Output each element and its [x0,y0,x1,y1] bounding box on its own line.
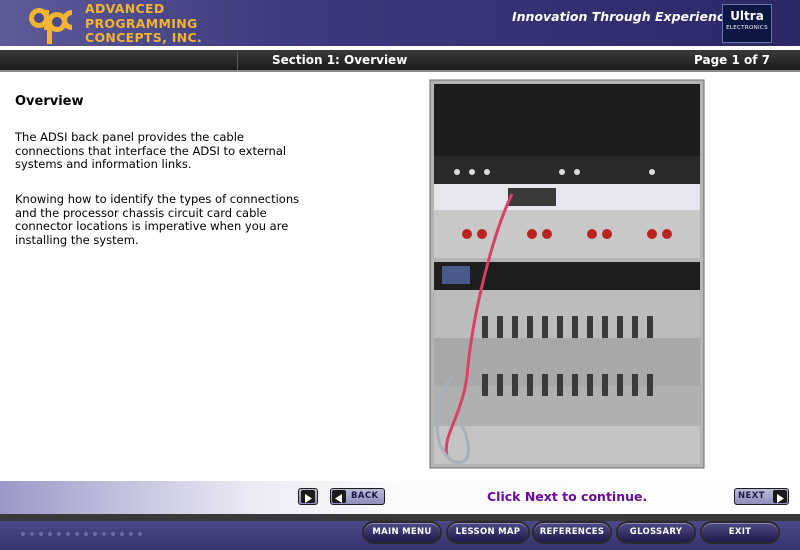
back-button[interactable]: BACK [330,488,385,505]
bottom-menu-bar: MAIN MENU LESSON MAP REFERENCES GLOSSARY… [0,514,800,550]
play-icon [301,490,315,503]
next-button[interactable]: NEXT [734,488,789,505]
page-indicator: Page 1 of 7 [694,53,770,67]
company-line-2: PROGRAMMING [85,15,198,31]
section-bar: Section 1: Overview Page 1 of 7 [0,50,800,72]
company-line-3: CONCEPTS, INC. [85,30,202,45]
arrow-left-icon [332,490,346,503]
tagline: Innovation Through Experience [512,9,733,24]
navigation-bar: BACK Click Next to continue. NEXT [0,481,800,514]
paragraph-2: Knowing how to identify the types of con… [15,192,300,248]
lesson-map-button[interactable]: LESSON MAP [446,521,530,544]
company-line-1: ADVANCED [85,1,165,16]
page-heading: Overview [15,94,84,109]
ultra-logo-subtext: ELECTRONICS [726,25,768,31]
restart-button[interactable] [298,488,318,505]
references-button[interactable]: REFERENCES [532,521,612,544]
ultra-logo-text: Ultra [730,9,764,23]
ultra-electronics-logo: Ultra ELECTRONICS [722,4,772,43]
glossary-button[interactable]: GLOSSARY [616,521,696,544]
main-menu-button[interactable]: MAIN MENU [362,521,442,544]
company-name: ADVANCED PROGRAMMING CONCEPTS, INC. [85,1,202,46]
back-button-label: BACK [351,491,379,501]
equipment-rack-photo [429,79,705,469]
section-title: Section 1: Overview [272,53,408,67]
decorative-dots-icon [21,532,142,536]
arrow-right-icon [773,490,787,503]
section-divider [237,52,238,70]
next-button-label: NEXT [738,491,765,501]
paragraph-1: The ADSI back panel provides the cable c… [15,130,287,172]
exit-button[interactable]: EXIT [700,521,780,544]
apc-logo [29,8,72,44]
continue-instruction: Click Next to continue. [487,489,648,504]
header-banner: ADVANCED PROGRAMMING CONCEPTS, INC. Inno… [0,0,800,48]
